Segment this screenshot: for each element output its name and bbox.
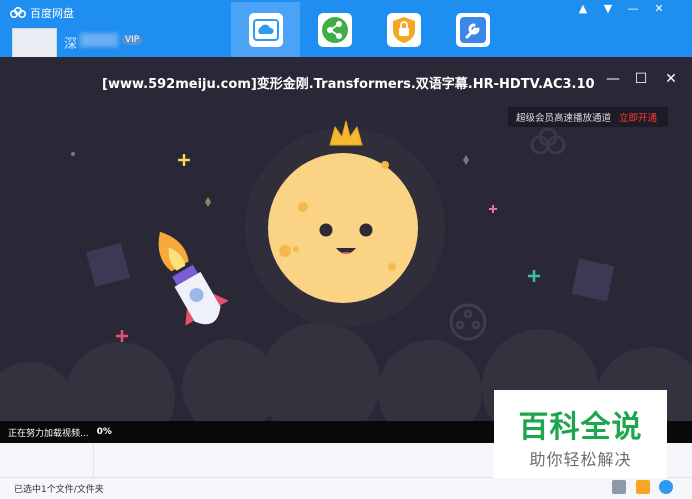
crown-icon: [329, 120, 363, 146]
tab-tools[interactable]: [438, 2, 507, 57]
watermark-title: 百科全说: [518, 410, 643, 445]
vip-tip-text: 超级会员高速播放通道: [516, 113, 612, 124]
tab-safe[interactable]: [369, 2, 438, 57]
app-name: 百度网盘: [30, 7, 74, 20]
lock-icon: [386, 12, 421, 47]
lock-status-icon[interactable]: [659, 480, 673, 494]
player-minimize-button[interactable]: —: [604, 71, 622, 87]
app-header: 百度网盘 深 VIP ▲ ▼ — ✕: [0, 0, 692, 58]
tab-cloud[interactable]: [231, 2, 300, 57]
menu-dropdown-icon[interactable]: ▼: [599, 2, 617, 16]
cloud-icon: [248, 12, 283, 47]
faint-cloud-logo-icon: [530, 127, 566, 155]
cube-decoration-right: [571, 258, 615, 302]
video-player[interactable]: [www.592meiju.com]变形金刚.Transformers.双语字幕…: [0, 57, 692, 421]
minimize-to-tray-icon[interactable]: ▲: [574, 2, 592, 16]
username-blur: [80, 33, 118, 47]
selection-status: 已选中1个文件/文件夹: [14, 485, 104, 495]
activate-vip-link[interactable]: 立即开通: [619, 110, 657, 124]
minimize-button[interactable]: —: [624, 2, 642, 16]
username[interactable]: 深: [64, 33, 77, 52]
player-close-button[interactable]: ✕: [662, 71, 680, 87]
video-title: [www.592meiju.com]变形金刚.Transformers.双语字幕…: [102, 77, 594, 92]
cube-decoration-left: [85, 242, 131, 288]
grid-view-icon[interactable]: [612, 480, 626, 494]
watermark: 百科全说 助你轻松解决: [494, 390, 667, 478]
share-icon: [317, 12, 352, 47]
avatar[interactable]: [12, 28, 57, 58]
player-maximize-button[interactable]: ☐: [632, 71, 650, 87]
vip-speed-tip: 超级会员高速播放通道 立即开通: [508, 107, 668, 127]
wrench-icon: [455, 12, 490, 47]
vip-badge[interactable]: VIP: [122, 35, 143, 45]
loading-percent: 0%: [96, 427, 112, 437]
moon-character: [268, 153, 418, 303]
tab-share[interactable]: [300, 2, 369, 57]
rocket-icon: [158, 231, 229, 326]
baidu-cloud-logo-icon: [10, 7, 26, 18]
column-divider: [93, 443, 94, 477]
close-button[interactable]: ✕: [650, 2, 668, 16]
loading-label: 正在努力加载视频...: [8, 428, 89, 439]
app-logo: 百度网盘: [10, 5, 74, 21]
watermark-subtitle: 助你轻松解决: [529, 450, 632, 469]
film-reel-icon: [449, 303, 487, 341]
upload-icon[interactable]: [636, 480, 650, 494]
